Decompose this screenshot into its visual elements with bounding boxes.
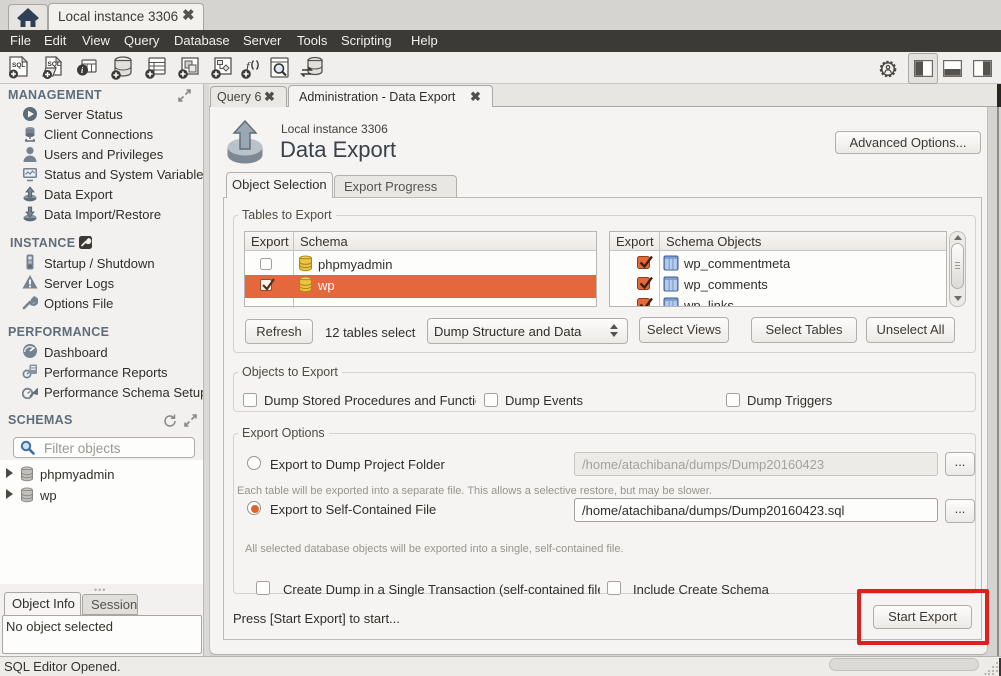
svg-text:SQL: SQL xyxy=(48,61,61,68)
svg-text:SQL: SQL xyxy=(12,62,25,69)
